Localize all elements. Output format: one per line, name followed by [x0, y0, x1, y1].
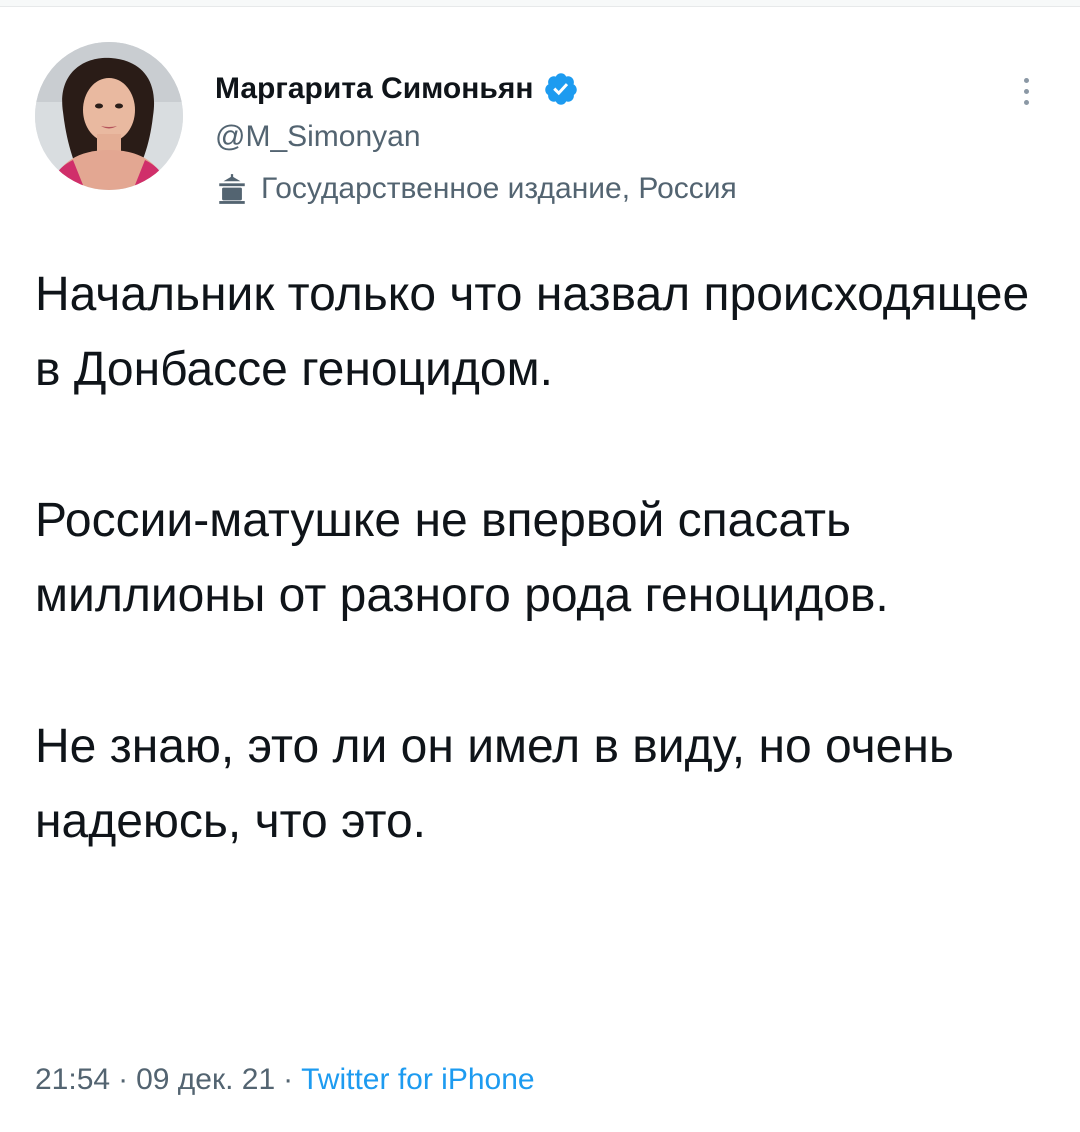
user-handle[interactable]: @M_Simonyan [215, 117, 975, 157]
more-dot-icon [1023, 88, 1029, 94]
meta-separator: · [283, 1063, 294, 1096]
tweet-text: Начальник только что назвал происходящее… [35, 257, 1045, 859]
tweet-source-link[interactable]: Twitter for iPhone [301, 1063, 534, 1096]
tweet-time[interactable]: 21:54 [35, 1063, 110, 1096]
tweet-meta: 21:54 · 09 дек. 21 · Twitter for iPhone [35, 1060, 535, 1100]
state-media-label-text: Государственное издание, Россия [261, 172, 737, 205]
tweet-header: Маргарита Симоньян @M_Simonyan Государст… [215, 67, 975, 209]
tweet: Маргарита Симоньян @M_Simonyan Государст… [0, 7, 1080, 1132]
name-row: Маргарита Симоньян [215, 67, 975, 111]
display-name[interactable]: Маргарита Симоньян [215, 72, 533, 106]
more-dot-icon [1023, 77, 1029, 83]
top-divider [0, 0, 1080, 7]
more-options-button[interactable] [1008, 67, 1044, 115]
avatar[interactable] [35, 42, 183, 190]
tweet-date[interactable]: 09 дек. 21 [136, 1063, 275, 1096]
more-dot-icon [1023, 99, 1029, 105]
tweet-paragraph: Начальник только что назвал происходящее… [35, 268, 1030, 396]
tweet-paragraph: Не знаю, это ли он имел в виду, но очень… [35, 720, 954, 848]
tweet-paragraph: России-матушке не впервой спасать миллио… [35, 494, 889, 622]
government-building-icon [215, 172, 249, 206]
verified-badge-icon [543, 71, 579, 107]
state-media-label[interactable]: Государственное издание, Россия [215, 169, 975, 209]
meta-separator: · [118, 1063, 129, 1096]
